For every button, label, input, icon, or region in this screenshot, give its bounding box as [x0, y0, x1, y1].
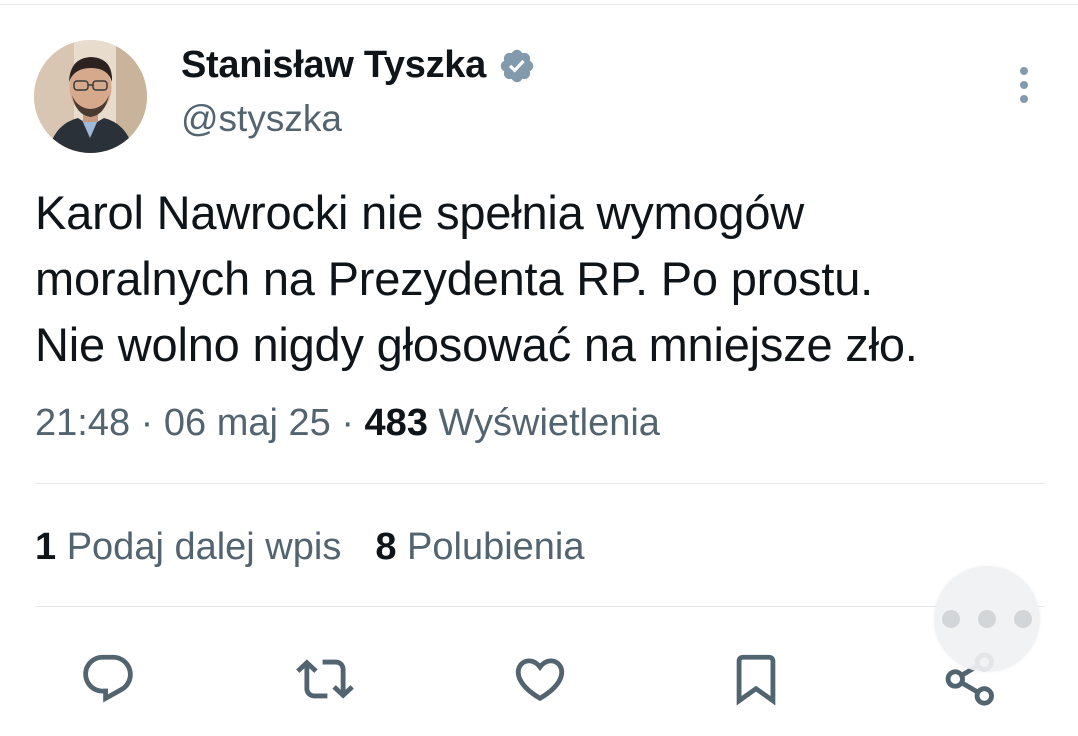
verified-badge-icon	[500, 49, 534, 82]
top-divider	[0, 4, 1078, 5]
divider	[35, 483, 1045, 484]
floating-more-button[interactable]	[934, 566, 1040, 672]
views-count: 483	[364, 402, 428, 444]
more-horizontal-icon	[942, 610, 960, 628]
tweet-date[interactable]: 06 maj 25	[164, 402, 331, 444]
tweet-text-line: Karol Nawrocki nie spełnia wymogów	[35, 186, 805, 239]
likes-stat[interactable]: 8 Polubienia	[375, 526, 584, 568]
reposts-stat[interactable]: 1 Podaj dalej wpis	[35, 526, 341, 568]
author-handle[interactable]: @styszka	[181, 98, 342, 140]
tweet-time[interactable]: 21:48	[35, 402, 130, 444]
avatar-photo	[34, 40, 147, 153]
avatar[interactable]	[34, 40, 147, 153]
tweet-text-line: Nie wolno nigdy głosować na mniejsze zło…	[35, 318, 918, 371]
divider	[35, 606, 1045, 607]
likes-label: Polubienia	[407, 526, 585, 568]
tweet-stats: 1 Podaj dalej wpis 8 Polubienia	[35, 526, 585, 569]
more-horizontal-icon	[1014, 610, 1032, 628]
reposts-count: 1	[35, 526, 57, 568]
views-label: Wyświetlenia	[438, 402, 660, 444]
tweet-text: Karol Nawrocki nie spełnia wymogów moral…	[35, 180, 1045, 378]
meta-separator: ·	[140, 402, 154, 444]
author-name-row[interactable]: Stanisław Tyszka	[181, 44, 536, 87]
author-name[interactable]: Stanisław Tyszka	[181, 44, 486, 87]
tweet-text-line: moralnych na Prezydenta RP. Po prostu.	[35, 252, 873, 305]
more-horizontal-icon	[978, 610, 996, 628]
heart-icon[interactable]	[511, 650, 569, 708]
reply-icon[interactable]	[79, 650, 137, 708]
reposts-label: Podaj dalej wpis	[66, 526, 342, 568]
tweet-meta: 21:48 · 06 maj 25 · 483 Wyświetlenia	[35, 402, 660, 445]
meta-separator: ·	[341, 402, 354, 444]
bookmark-icon[interactable]	[727, 650, 785, 708]
repost-icon[interactable]	[296, 650, 354, 708]
more-vertical-icon[interactable]	[1010, 66, 1038, 106]
likes-count: 8	[375, 526, 397, 568]
